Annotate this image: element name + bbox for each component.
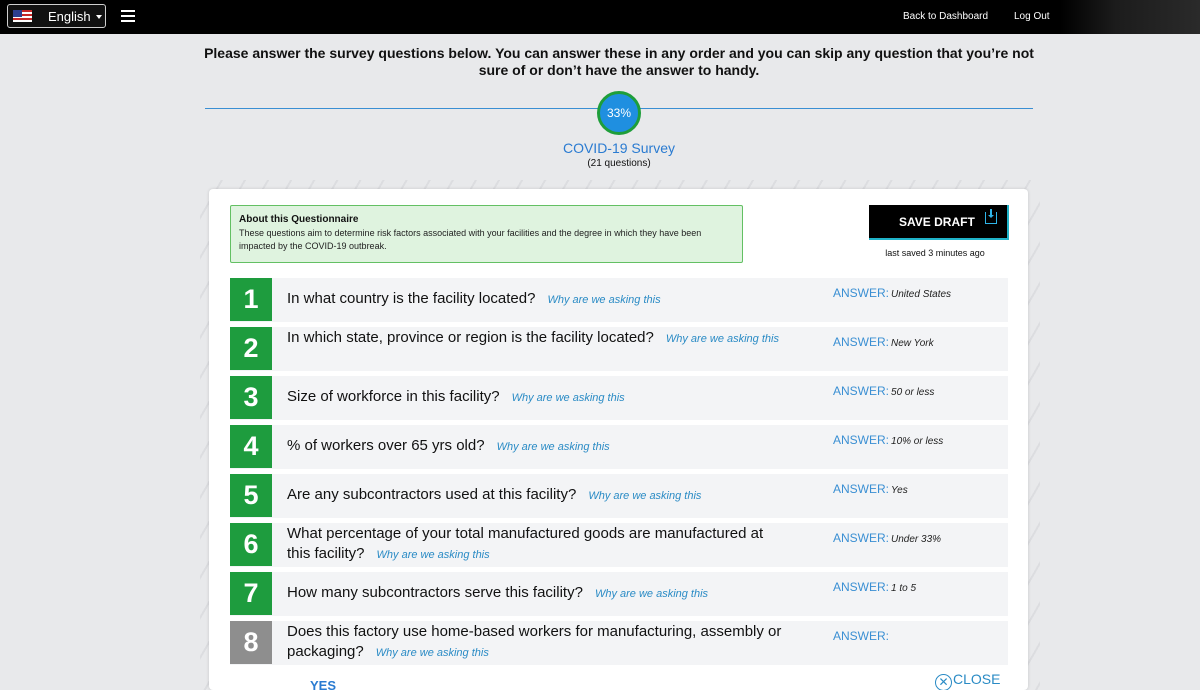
answer-summary: ANSWER: 10% or less [833,433,943,447]
answer-label: ANSWER: [833,286,890,300]
answer-value: Under 33% [891,534,942,545]
close-icon: ✕ [935,674,952,690]
top-bar: English Back to Dashboard Log Out [0,0,1200,34]
why-asking-link[interactable]: Why are we asking this [497,441,610,453]
question-row-5[interactable]: 5 Are any subcontractors used at this fa… [230,474,1008,518]
answer-summary: ANSWER: 50 or less [833,384,934,398]
answer-label: ANSWER: [833,335,890,349]
question-count: (21 questions) [587,158,651,169]
answer-label: ANSWER: [833,384,890,398]
answer-summary: ANSWER: New York [833,335,934,349]
menu-icon[interactable] [121,10,135,22]
why-asking-link[interactable]: Why are we asking this [377,549,490,561]
question-number: 1 [230,278,272,321]
question-number: 3 [230,376,272,419]
question-text: Does this factory use home-based workers… [287,623,782,660]
answer-summary: ANSWER: Under 33% [833,531,941,545]
survey-title: COVID-19 Survey [562,140,676,156]
answer-value: Yes [891,485,908,496]
close-button[interactable]: ✕ CLOSE [935,671,1000,690]
download-icon [985,209,997,224]
question-text: In what country is the facility located? [287,290,536,307]
question-text: How many subcontractors serve this facil… [287,584,583,601]
question-row-4[interactable]: 4 % of workers over 65 yrs old? Why are w… [230,425,1008,469]
answer-label: ANSWER: [833,629,890,643]
close-label: CLOSE [953,671,1001,687]
question-row-6[interactable]: 6 What percentage of your total manufact… [230,523,1008,567]
question-text-wrap: In which state, province or region is th… [287,328,822,349]
question-row-7[interactable]: 7 How many subcontractors serve this fac… [230,572,1008,616]
save-draft-label: SAVE DRAFT [899,215,975,229]
why-asking-link[interactable]: Why are we asking this [547,294,660,306]
question-row-3[interactable]: 3 Size of workforce in this facility? Why… [230,376,1008,420]
about-questionnaire-box: About this Questionnaire These questions… [230,205,743,263]
question-row-1[interactable]: 1 In what country is the facility locate… [230,278,1008,322]
question-number: 4 [230,425,272,468]
why-asking-link[interactable]: Why are we asking this [595,588,708,600]
question-text-wrap: In what country is the facility located?… [287,289,822,310]
answer-value: 50 or less [891,387,935,398]
question-row-2[interactable]: 2 In which state, province or region is … [230,327,1008,371]
survey-instructions: Please answer the survey questions below… [204,45,1034,78]
last-saved-status: last saved 3 minutes ago [885,248,985,258]
question-text: Are any subcontractors used at this faci… [287,486,577,503]
progress-indicator: 33% [597,91,641,135]
question-text-wrap: % of workers over 65 yrs old? Why are we … [287,436,822,457]
language-label: English [48,9,91,24]
answer-summary: ANSWER: United States [833,286,951,300]
logout-link[interactable]: Log Out [1014,11,1050,22]
about-text: These questions aim to determine risk fa… [239,228,702,251]
question-number: 6 [230,523,272,566]
question-text-wrap: Does this factory use home-based workers… [287,622,787,663]
question-text-wrap: Size of workforce in this facility? Why a… [287,387,822,408]
question-text: % of workers over 65 yrs old? [287,437,485,454]
language-select[interactable]: English [7,4,106,28]
answer-summary: ANSWER: [833,629,891,643]
answer-value: 1 to 5 [891,583,917,594]
answer-summary: ANSWER: Yes [833,482,908,496]
why-asking-link[interactable]: Why are we asking this [376,647,489,659]
question-number: 2 [230,327,272,370]
save-draft-button[interactable]: SAVE DRAFT [869,205,1009,240]
question-number: 7 [230,572,272,615]
about-heading: About this Questionnaire [239,214,359,225]
chevron-down-icon [96,15,102,19]
answer-label: ANSWER: [833,482,890,496]
why-asking-link[interactable]: Why are we asking this [588,490,701,502]
question-number: 5 [230,474,272,517]
why-asking-link[interactable]: Why are we asking this [666,333,779,345]
answer-value: 10% or less [891,436,944,447]
question-text: What percentage of your total manufactur… [287,525,764,562]
question-text-wrap: How many subcontractors serve this facil… [287,583,822,604]
back-to-dashboard-link[interactable]: Back to Dashboard [903,11,988,22]
question-text: Size of workforce in this facility? [287,388,500,405]
question-number: 8 [230,621,272,664]
answer-label: ANSWER: [833,433,890,447]
why-asking-link[interactable]: Why are we asking this [512,392,625,404]
question-text-wrap: What percentage of your total manufactur… [287,524,767,565]
answer-summary: ANSWER: 1 to 5 [833,580,916,594]
question-text-wrap: Are any subcontractors used at this faci… [287,485,822,506]
yes-option[interactable]: YES [310,678,336,690]
top-bar-gradient [1060,0,1200,34]
answer-value: New York [891,338,934,349]
question-row-8[interactable]: 8 Does this factory use home-based worke… [230,621,1008,665]
us-flag-icon [13,10,32,22]
answer-label: ANSWER: [833,531,890,545]
answer-label: ANSWER: [833,580,890,594]
question-text: In which state, province or region is th… [287,329,654,346]
answer-value: United States [891,289,952,300]
